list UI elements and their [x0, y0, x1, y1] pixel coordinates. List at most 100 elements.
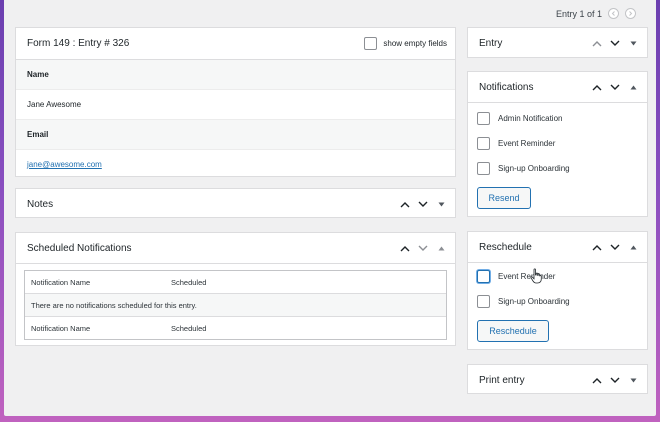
chevron-up-icon: [592, 40, 602, 46]
chevron-right-icon: [629, 11, 633, 16]
toggle-panel-button[interactable]: [627, 241, 639, 253]
chevron-left-icon: [611, 11, 615, 16]
reschedule-title: Reschedule: [479, 241, 532, 253]
reschedule-header[interactable]: Reschedule: [468, 232, 647, 263]
entry-count: Entry 1 of 1: [555, 8, 602, 19]
entry-detail-title: Form 149 : Entry # 326: [27, 38, 130, 49]
field-value-email-row: jane@awesome.com: [16, 150, 455, 179]
chevron-up-icon: [400, 201, 410, 207]
scheduled-notifications-box: Scheduled Notifications Notification Nam…: [15, 232, 456, 346]
option-label: Admin Notification: [498, 114, 563, 123]
caret-down-icon: [438, 202, 444, 206]
move-up-button[interactable]: [591, 37, 603, 49]
option-label: Sign-up Onboarding: [498, 297, 570, 306]
notes-title: Notes: [27, 198, 54, 210]
notes-box: Notes: [15, 188, 456, 218]
scheduled-notifications-header[interactable]: Scheduled Notifications: [16, 233, 455, 264]
move-down-button[interactable]: [609, 37, 621, 49]
checkbox[interactable]: [477, 270, 490, 283]
reschedule-option-event-reminder[interactable]: Event Reminder: [468, 264, 647, 289]
app-frame: Entry 1 of 1 Form 149 : Entry # 326 show…: [4, 0, 656, 416]
show-empty-fields-checkbox[interactable]: [364, 37, 378, 50]
column-header-name: Notification Name: [25, 271, 165, 294]
reschedule-option-signup[interactable]: Sign-up Onboarding: [468, 289, 647, 314]
toggle-panel-button[interactable]: [435, 242, 447, 254]
move-up-button[interactable]: [591, 81, 603, 93]
option-label: Event Reminder: [498, 139, 556, 148]
field-value-name: Jane Awesome: [16, 90, 455, 120]
scheduled-table: Notification Name Scheduled There are no…: [25, 271, 446, 339]
caret-up-icon: [438, 246, 444, 250]
caret-down-icon: [630, 41, 636, 45]
entry-pager: Entry 1 of 1: [556, 8, 636, 19]
next-entry-button[interactable]: [625, 8, 636, 19]
chevron-up-icon: [592, 84, 602, 90]
option-label: Sign-up Onboarding: [498, 164, 570, 173]
column-footer-name: Notification Name: [31, 323, 91, 333]
notifications-box: Notifications Admin Notification Event R…: [467, 71, 648, 217]
notification-option-event-reminder[interactable]: Event Reminder: [468, 131, 647, 156]
move-up-button[interactable]: [399, 242, 411, 254]
entry-side-title: Entry: [479, 37, 503, 49]
move-down-button[interactable]: [609, 81, 621, 93]
scheduled-notifications-title: Scheduled Notifications: [27, 242, 132, 254]
move-up-button[interactable]: [591, 241, 603, 253]
column-footer-scheduled: Scheduled: [171, 323, 207, 333]
scheduled-table-wrap: Notification Name Scheduled There are no…: [24, 270, 447, 340]
hand-pointer-icon: [530, 268, 542, 284]
chevron-down-icon: [418, 245, 428, 251]
entry-detail-box: Form 149 : Entry # 326 show empty fields…: [15, 27, 456, 177]
entry-side-box: Entry: [467, 27, 648, 58]
checkbox[interactable]: [477, 137, 490, 150]
move-up-button[interactable]: [591, 374, 603, 386]
notification-option-signup[interactable]: Sign-up Onboarding: [468, 156, 647, 181]
email-link[interactable]: jane@awesome.com: [27, 160, 102, 169]
toggle-panel-button[interactable]: [435, 198, 447, 210]
chevron-down-icon: [418, 201, 428, 207]
print-entry-box: Print entry: [467, 364, 648, 394]
reschedule-button[interactable]: Reschedule: [477, 320, 549, 342]
caret-down-icon: [630, 378, 636, 382]
checkbox[interactable]: [477, 112, 490, 125]
notifications-header[interactable]: Notifications: [468, 72, 647, 103]
chevron-up-icon: [400, 245, 410, 251]
table-header-row: Notification Name Scheduled: [25, 271, 446, 294]
chevron-up-icon: [592, 244, 602, 250]
prev-entry-button[interactable]: [608, 8, 619, 19]
field-label-name: Name: [16, 60, 455, 90]
chevron-down-icon: [610, 377, 620, 383]
move-up-button[interactable]: [399, 198, 411, 210]
show-empty-fields-toggle[interactable]: show empty fields: [364, 28, 447, 59]
empty-message: There are no notifications scheduled for…: [25, 293, 446, 317]
field-label-email: Email: [16, 120, 455, 150]
notification-option-admin[interactable]: Admin Notification: [468, 106, 647, 131]
toggle-panel-button[interactable]: [627, 374, 639, 386]
caret-up-icon: [630, 245, 636, 249]
table-footer-row: Notification Name Scheduled: [25, 317, 446, 340]
toggle-panel-button[interactable]: [627, 37, 639, 49]
entry-detail-header: Form 149 : Entry # 326 show empty fields: [16, 28, 455, 60]
caret-up-icon: [630, 85, 636, 89]
chevron-down-icon: [610, 244, 620, 250]
move-down-button[interactable]: [609, 241, 621, 253]
notifications-title: Notifications: [479, 81, 534, 93]
chevron-down-icon: [610, 40, 620, 46]
checkbox[interactable]: [477, 162, 490, 175]
column-header-scheduled: Scheduled: [165, 271, 446, 294]
print-entry-title: Print entry: [479, 374, 525, 386]
move-down-button[interactable]: [417, 198, 429, 210]
print-entry-header[interactable]: Print entry: [468, 365, 647, 395]
move-down-button[interactable]: [609, 374, 621, 386]
checkbox[interactable]: [477, 295, 490, 308]
chevron-down-icon: [610, 84, 620, 90]
move-down-button[interactable]: [417, 242, 429, 254]
toggle-panel-button[interactable]: [627, 81, 639, 93]
chevron-up-icon: [592, 377, 602, 383]
notes-header[interactable]: Notes: [16, 189, 455, 219]
reschedule-box: Reschedule Event Reminder Sign-up Onboar…: [467, 231, 648, 350]
entry-side-header[interactable]: Entry: [468, 28, 647, 58]
show-empty-fields-label: show empty fields: [383, 39, 447, 48]
resend-button[interactable]: Resend: [477, 187, 531, 209]
option-label: Event Reminder: [498, 272, 556, 281]
table-row: There are no notifications scheduled for…: [25, 293, 446, 317]
